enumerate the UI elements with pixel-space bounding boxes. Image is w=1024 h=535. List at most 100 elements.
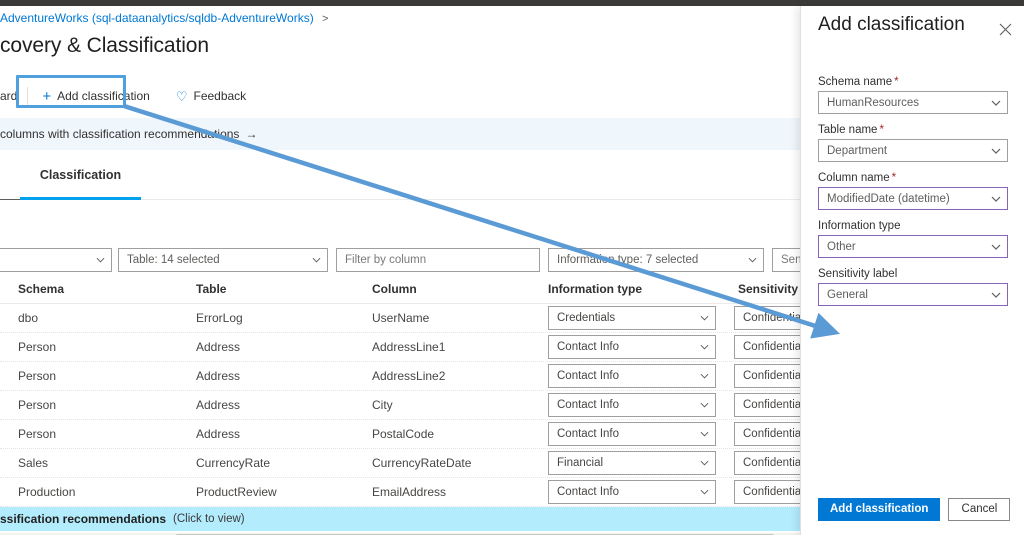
cell-table: CurrencyRate xyxy=(196,456,271,470)
cell-sensitivity-label-dropdown[interactable]: Confidential xyxy=(734,306,800,330)
arrow-right-icon: → xyxy=(245,127,258,141)
discard-label: ard xyxy=(0,89,18,103)
plus-icon: + xyxy=(42,87,52,105)
cell-information-type-dropdown[interactable]: Credentials xyxy=(548,306,716,330)
table-row[interactable]: Production ProductReview EmailAddress Conta… xyxy=(0,478,800,507)
column-filter-placeholder: Filter by column xyxy=(345,254,427,266)
cell-sensitivity-label-dropdown[interactable]: Confidential xyxy=(734,451,800,475)
cell-column: AddressLine1 xyxy=(372,340,446,354)
panel-field: Information type Other xyxy=(818,220,1008,258)
panel-field-dropdown[interactable]: General xyxy=(818,283,1008,306)
cell-information-type-dropdown[interactable]: Contact Info xyxy=(548,335,716,359)
chevron-down-icon xyxy=(700,344,709,350)
classification-table: Schema Table Column Information type Sen… xyxy=(0,278,800,507)
panel-cancel-button[interactable]: Cancel xyxy=(948,497,1011,521)
table-row[interactable]: Person Address AddressLine2 Contact Info Con… xyxy=(0,362,800,391)
cell-information-type-value: Financial xyxy=(557,457,604,469)
cell-information-type-dropdown[interactable]: Contact Info xyxy=(548,480,716,504)
cell-column: UserName xyxy=(372,311,430,325)
cell-information-type-value: Contact Info xyxy=(557,486,620,498)
cell-column: EmailAddress xyxy=(372,485,447,499)
classification-recommendations-bar[interactable]: ssification recommendations (Click to vi… xyxy=(0,507,800,531)
cell-sensitivity-label-dropdown[interactable]: Confidential xyxy=(734,364,800,388)
feedback-button[interactable]: ♡ Feedback xyxy=(166,81,256,111)
toolbar-divider xyxy=(27,87,29,105)
column-filter-input[interactable]: Filter by column xyxy=(336,248,540,272)
cell-column: City xyxy=(372,398,393,412)
panel-field: Table name * Department xyxy=(818,124,1008,162)
cell-table: Address xyxy=(196,369,241,383)
chevron-down-icon xyxy=(312,257,321,263)
information-type-filter-dropdown[interactable]: Information type: 7 selected xyxy=(548,248,764,272)
panel-field-dropdown[interactable]: ModifiedDate (datetime) xyxy=(818,187,1008,210)
panel-field-label: Table name * xyxy=(818,124,884,136)
cell-schema: Production xyxy=(18,485,76,499)
cell-schema: Person xyxy=(18,340,57,354)
chevron-down-icon xyxy=(991,292,1001,298)
panel-field-value: Other xyxy=(827,240,856,253)
chevron-down-icon xyxy=(991,196,1001,202)
cell-table: Address xyxy=(196,340,241,354)
add-classification-button[interactable]: + Add classification xyxy=(32,81,159,111)
cell-information-type-value: Credentials xyxy=(557,312,616,324)
chevron-down-icon xyxy=(700,315,709,321)
table-row[interactable]: Person Address City Contact Info Confidentia… xyxy=(0,391,800,420)
cell-information-type-dropdown[interactable]: Contact Info xyxy=(548,393,716,417)
column-header-column: Column xyxy=(372,282,417,296)
cell-table: Address xyxy=(196,398,241,412)
table-row[interactable]: Sales CurrencyRate CurrencyRateDate Financi… xyxy=(0,449,800,478)
panel-field-label: Information type xyxy=(818,220,901,232)
sensitivity-label-filter-dropdown[interactable]: Sensit xyxy=(772,248,800,272)
cell-sensitivity-label-dropdown[interactable]: Confidential xyxy=(734,393,800,417)
required-asterisk-icon: * xyxy=(879,124,884,136)
cell-sensitivity-label-dropdown[interactable]: Confidential xyxy=(734,480,800,504)
add-classification-label: Add classification xyxy=(57,89,150,103)
table-row[interactable]: dbo ErrorLog UserName Credentials Confidenti… xyxy=(0,304,800,333)
cell-information-type-dropdown[interactable]: Contact Info xyxy=(548,422,716,446)
tab-classification-indicator xyxy=(20,197,141,200)
filter-row: Table: 14 selected Filter by column Info… xyxy=(0,248,800,272)
schema-filter-dropdown[interactable] xyxy=(0,248,112,272)
tab-classification[interactable]: Classification xyxy=(20,166,141,200)
chevron-down-icon xyxy=(700,431,709,437)
chevron-down-icon xyxy=(700,373,709,379)
recommendations-info-text: columns with classification recommendati… xyxy=(0,127,240,141)
cell-sensitivity-label-dropdown[interactable]: Confidential xyxy=(734,335,800,359)
column-header-information-type: Information type xyxy=(548,282,643,296)
close-icon[interactable] xyxy=(994,18,1016,40)
table-filter-dropdown[interactable]: Table: 14 selected xyxy=(118,248,328,272)
chevron-down-icon xyxy=(991,148,1001,154)
tab-classification-label: Classification xyxy=(39,168,122,182)
table-row[interactable]: Person Address AddressLine1 Contact Info Con… xyxy=(0,333,800,362)
breadcrumb-item-database[interactable]: AdventureWorks (sql-dataanalytics/sqldb-… xyxy=(0,11,314,25)
cell-information-type-dropdown[interactable]: Financial xyxy=(548,451,716,475)
chevron-down-icon xyxy=(700,489,709,495)
panel-field-dropdown[interactable]: HumanResources xyxy=(818,91,1008,114)
panel-field-label: Schema name * xyxy=(818,76,899,88)
cell-sensitivity-label-value: Confidential xyxy=(743,312,800,324)
table-row[interactable]: Person Address PostalCode Contact Info Confi… xyxy=(0,420,800,449)
cell-information-type-dropdown[interactable]: Contact Info xyxy=(548,364,716,388)
cell-schema: Person xyxy=(18,369,57,383)
cell-sensitivity-label-dropdown[interactable]: Confidential xyxy=(734,422,800,446)
cell-sensitivity-label-value: Confidential xyxy=(743,486,800,498)
recommendations-bar-hint: (Click to view) xyxy=(173,513,245,525)
panel-field-dropdown[interactable]: Department xyxy=(818,139,1008,162)
panel-field-label: Column name * xyxy=(818,172,897,184)
chevron-down-icon xyxy=(991,244,1001,250)
panel-field-value: Department xyxy=(827,144,888,157)
panel-add-classification-button[interactable]: Add classification xyxy=(818,497,941,521)
cell-sensitivity-label-value: Confidential xyxy=(743,341,800,353)
panel-field: Column name * ModifiedDate (datetime) xyxy=(818,172,1008,210)
tab-overview[interactable] xyxy=(0,166,20,200)
recommendations-bar-text: ssification recommendations xyxy=(0,512,167,526)
feedback-label: Feedback xyxy=(193,89,247,103)
panel-field-dropdown[interactable]: Other xyxy=(818,235,1008,258)
cell-table: Address xyxy=(196,427,241,441)
tab-overview-indicator xyxy=(0,199,20,200)
required-asterisk-icon: * xyxy=(894,76,899,88)
main-content: AdventureWorks (sql-dataanalytics/sqldb-… xyxy=(0,6,800,535)
recommendations-info-banner[interactable]: columns with classification recommendati… xyxy=(0,118,800,150)
discard-button[interactable]: ard xyxy=(0,81,27,111)
cell-sensitivity-label-value: Confidential xyxy=(743,399,800,411)
